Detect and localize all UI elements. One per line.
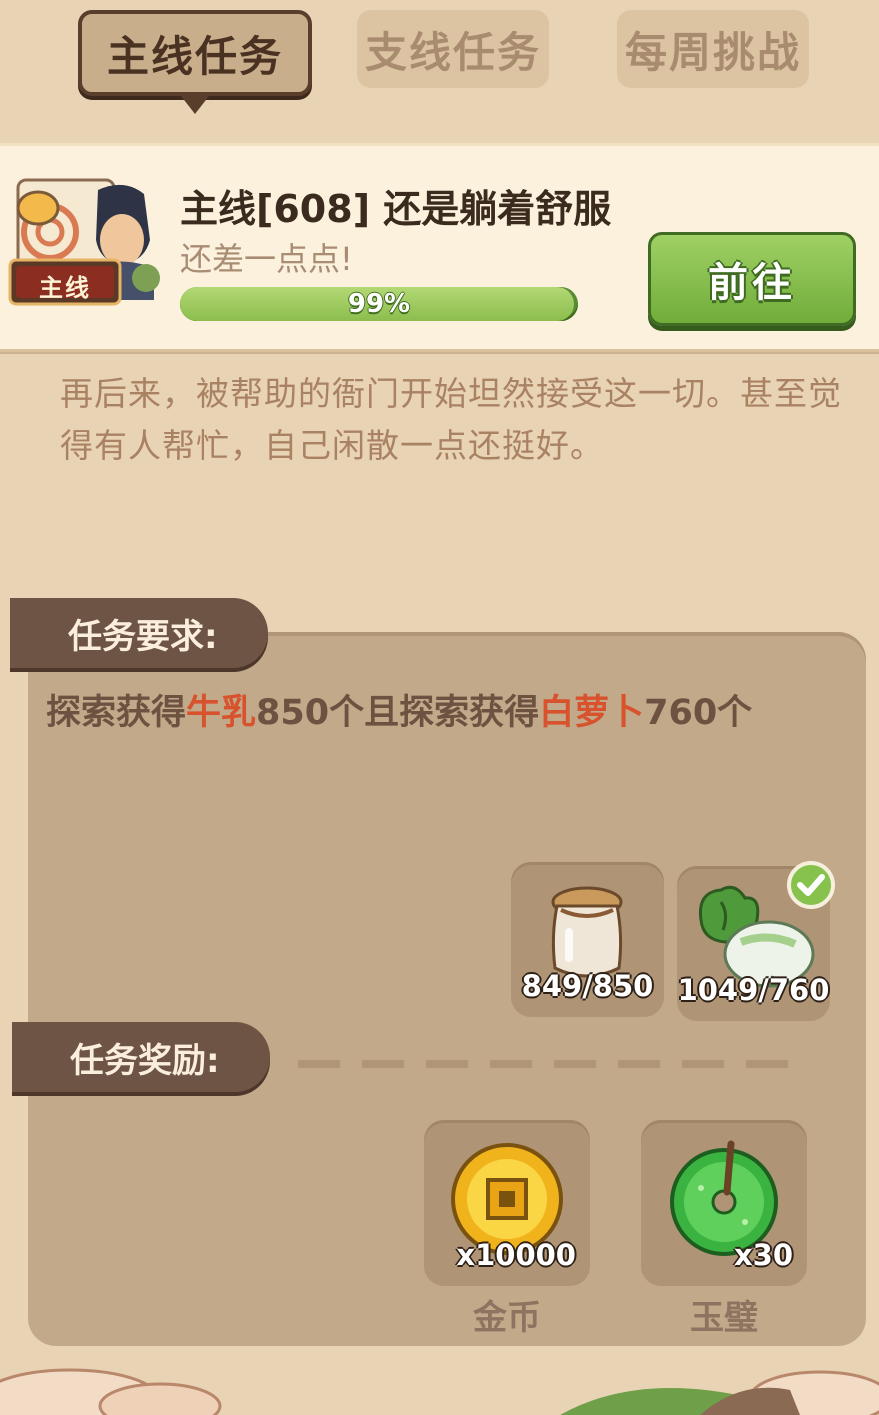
go-button[interactable]: 前往 [648,232,856,326]
requirement-item-milk: 牛乳 [186,693,257,733]
tab-side-quest[interactable]: 支线任务 [357,10,549,88]
tab-weekly-challenge[interactable]: 每周挑战 [617,10,809,88]
progress-label: 99% [347,289,411,319]
quest-story-text: 再后来，被帮助的衙门开始坦然接受这一切。甚至觉得有人帮忙，自己闲散一点还挺好。 [60,374,842,465]
requirements-header: 任务要求: [10,598,268,668]
completed-check-icon [787,861,835,909]
reward-count-gold: x10000 [456,1238,576,1272]
divider-dashes [298,1060,788,1068]
reward-slot-gold[interactable]: x10000 [424,1120,590,1286]
reward-count-jade: x30 [733,1238,793,1272]
requirement-item-radish: 白萝卜 [539,693,645,733]
requirements-text: 探索获得牛乳850个且探索获得白萝卜760个 [46,693,753,733]
quest-subtitle: 还差一点点! [180,240,353,278]
requirement-slot-milk[interactable]: 849/850 [511,862,664,1017]
quest-progress-bar: 99% [180,287,578,321]
bottom-scenery-decoration [0,1368,879,1415]
rewards-header: 任务奖励: [12,1022,270,1092]
reward-slot-jade[interactable]: x30 [641,1120,807,1286]
requirement-count-milk: 849/850 [521,969,654,1003]
quest-title: 主线[608] 还是躺着舒服 [180,187,612,231]
reward-name-jade: 玉璧 [690,1298,758,1338]
tab-main-quest[interactable]: 主线任务 [78,10,312,114]
main-quest-badge: 主线 [39,274,91,302]
reward-name-gold: 金币 [473,1298,541,1338]
requirement-count-radish: 1049/760 [677,973,830,1007]
